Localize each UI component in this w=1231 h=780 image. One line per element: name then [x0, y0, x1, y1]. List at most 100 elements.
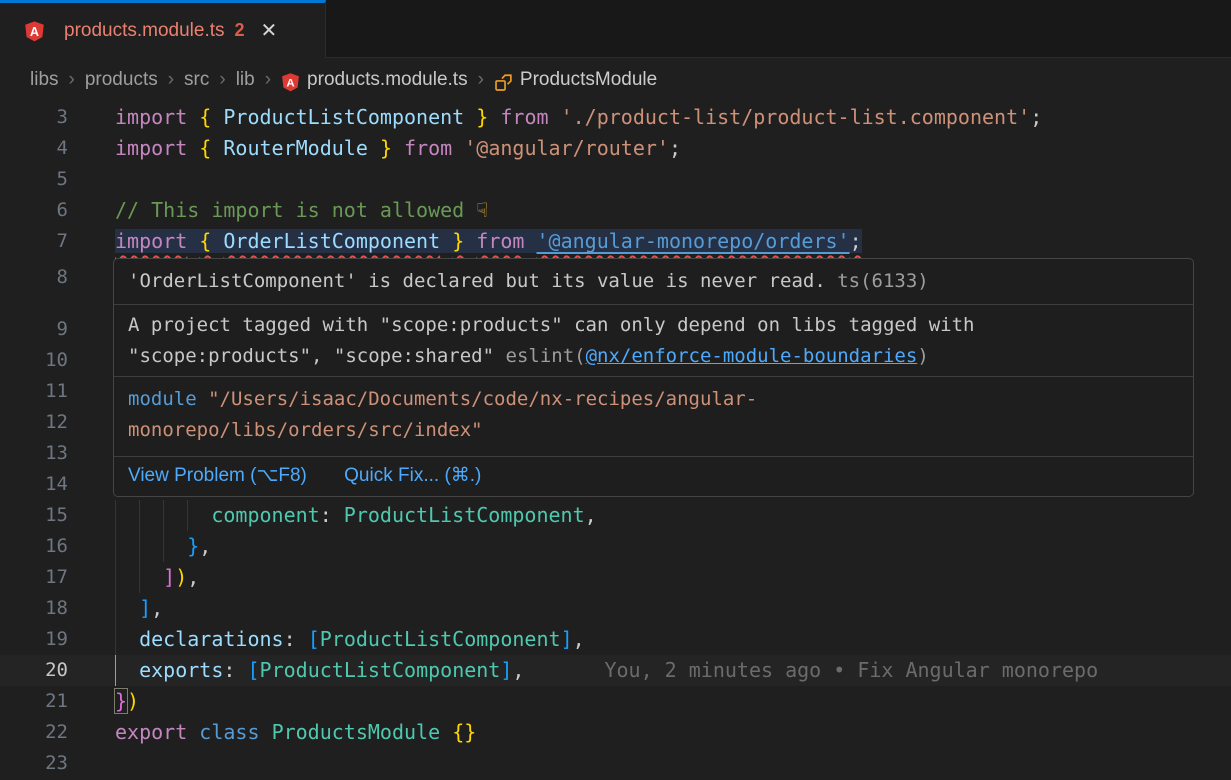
- hover-ts-message: 'OrderListComponent' is declared but its…: [114, 259, 1193, 305]
- code-line-19[interactable]: 19 declarations: [ProductListComponent],: [0, 624, 1231, 655]
- code-token: OrderListComponent: [223, 229, 440, 253]
- hover-ts-code: ts(6133): [826, 270, 929, 292]
- code-token: [440, 229, 452, 253]
- line-content: component: ProductListComponent,: [113, 500, 1231, 531]
- line-content: }): [113, 686, 1231, 717]
- code-line-21[interactable]: 21}): [0, 686, 1231, 717]
- code-token: }: [476, 105, 488, 129]
- git-blame-annotation: You, 2 minutes ago • Fix Angular monorep…: [604, 658, 1098, 682]
- chevron-right-icon: ›: [69, 69, 75, 91]
- view-problem-button[interactable]: View Problem (⌥F8): [128, 465, 307, 486]
- code-token: from: [476, 229, 524, 253]
- breadcrumb-item-products[interactable]: products: [85, 69, 158, 91]
- code-token: [211, 229, 223, 253]
- chevron-right-icon: ›: [219, 69, 225, 91]
- vscode-window: A products.module.ts 2 ✕ libs › products…: [0, 0, 1231, 780]
- code-line-20[interactable]: 20 exports: [ProductListComponent],You, …: [0, 655, 1231, 686]
- chevron-right-icon: ›: [168, 69, 174, 91]
- code-token: // This import is not allowed: [115, 198, 476, 222]
- code-token: ]: [500, 658, 512, 682]
- breadcrumb-item-lib[interactable]: lib: [236, 69, 255, 91]
- indent-guide: [115, 531, 116, 562]
- line-number: 4: [0, 133, 113, 164]
- code-line-4[interactable]: 4import { RouterModule } from '@angular/…: [0, 133, 1231, 164]
- code-line-16[interactable]: 16 },: [0, 531, 1231, 562]
- line-content: import { ProductListComponent } from './…: [113, 102, 1231, 133]
- code-token: :: [284, 627, 308, 651]
- code-line-5[interactable]: 5: [0, 164, 1231, 195]
- code-token: ,: [573, 627, 585, 651]
- code-token: {: [199, 105, 211, 129]
- close-icon[interactable]: ✕: [261, 21, 278, 41]
- indent-guide: [115, 562, 116, 593]
- line-number: 15: [0, 500, 113, 531]
- line-number: 17: [0, 562, 113, 593]
- code-token: import: [115, 229, 187, 253]
- code-token: ;: [1030, 105, 1042, 129]
- code-token: [187, 105, 199, 129]
- code-token: '@angular/router': [464, 136, 669, 160]
- code-line-15[interactable]: 15 component: ProductListComponent,: [0, 500, 1231, 531]
- line-content: import { OrderListComponent } from '@ang…: [113, 226, 1231, 257]
- code-token: {}: [452, 720, 476, 744]
- code-token: RouterModule: [223, 136, 368, 160]
- code-token: ,: [512, 658, 524, 682]
- code-token: [452, 136, 464, 160]
- line-number: 22: [0, 717, 113, 748]
- line-number: 23: [0, 748, 113, 779]
- code-token: ): [127, 689, 139, 713]
- editor[interactable]: 3import { ProductListComponent } from '.…: [0, 102, 1231, 780]
- line-number: 12: [0, 407, 113, 438]
- hover-module-line1: module "/Users/isaac/Documents/code/nx-r…: [128, 384, 1193, 415]
- line-content: declarations: [ProductListComponent],: [113, 624, 1231, 655]
- line-number: 7: [0, 226, 113, 257]
- code-token: }: [187, 534, 199, 558]
- code-line-7[interactable]: 7import { OrderListComponent } from '@an…: [0, 226, 1231, 257]
- class-symbol-icon: [494, 73, 513, 92]
- code-line-3[interactable]: 3import { ProductListComponent } from '.…: [0, 102, 1231, 133]
- breadcrumb-item-file[interactable]: products.module.ts: [307, 69, 468, 91]
- hover-eslint-rule-link[interactable]: @nx/enforce-module-boundaries: [586, 345, 918, 367]
- code-line-18[interactable]: 18 ],: [0, 593, 1231, 624]
- quick-fix-button[interactable]: Quick Fix... (⌘.): [344, 465, 481, 486]
- line-number: 10: [0, 345, 113, 376]
- code-token: './product-list/product-list.component': [561, 105, 1031, 129]
- indent-guide: [115, 655, 116, 686]
- error-hover-popup: 'OrderListComponent' is declared but its…: [113, 258, 1194, 497]
- code-token: }: [452, 229, 464, 253]
- code-token: import: [115, 136, 187, 160]
- line-number: 9: [0, 314, 113, 345]
- code-token: }: [114, 688, 128, 714]
- code-line-23[interactable]: 23: [0, 748, 1231, 779]
- line-number: 11: [0, 376, 113, 407]
- indent-guide: [187, 500, 188, 531]
- tab-products-module[interactable]: A products.module.ts 2 ✕: [0, 0, 326, 58]
- code-token: ,: [199, 534, 211, 558]
- line-content: // This import is not allowed ☟: [113, 195, 1231, 226]
- breadcrumb-item-symbol[interactable]: ProductsModule: [520, 69, 657, 91]
- breadcrumb-item-libs[interactable]: libs: [30, 69, 59, 91]
- code-line-22[interactable]: 22export class ProductsModule {}: [0, 717, 1231, 748]
- code-token: ProductListComponent: [344, 503, 585, 527]
- code-token: [: [247, 658, 259, 682]
- code-line-17[interactable]: 17 ]),: [0, 562, 1231, 593]
- code-token: class: [199, 720, 259, 744]
- line-content: import { RouterModule } from '@angular/r…: [113, 133, 1231, 164]
- tab-bar: A products.module.ts 2 ✕: [0, 0, 1231, 58]
- code-token: {: [199, 229, 211, 253]
- code-token: exports: [139, 658, 223, 682]
- code-token: [115, 627, 139, 651]
- hover-module-path-line2: monorepo/libs/orders/src/index": [128, 415, 1193, 446]
- line-number: 3: [0, 102, 113, 133]
- code-token: ;: [669, 136, 681, 160]
- hover-eslint-source-close: ): [917, 345, 928, 367]
- angular-icon: A: [281, 72, 300, 92]
- svg-text:A: A: [30, 24, 39, 38]
- line-number: 5: [0, 164, 113, 195]
- breadcrumb-item-src[interactable]: src: [184, 69, 209, 91]
- hover-module-keyword: module: [128, 388, 197, 410]
- code-token: ): [175, 565, 187, 589]
- code-line-6[interactable]: 6// This import is not allowed ☟: [0, 195, 1231, 226]
- indent-guide: [115, 500, 116, 531]
- code-token: ProductListComponent: [320, 627, 561, 651]
